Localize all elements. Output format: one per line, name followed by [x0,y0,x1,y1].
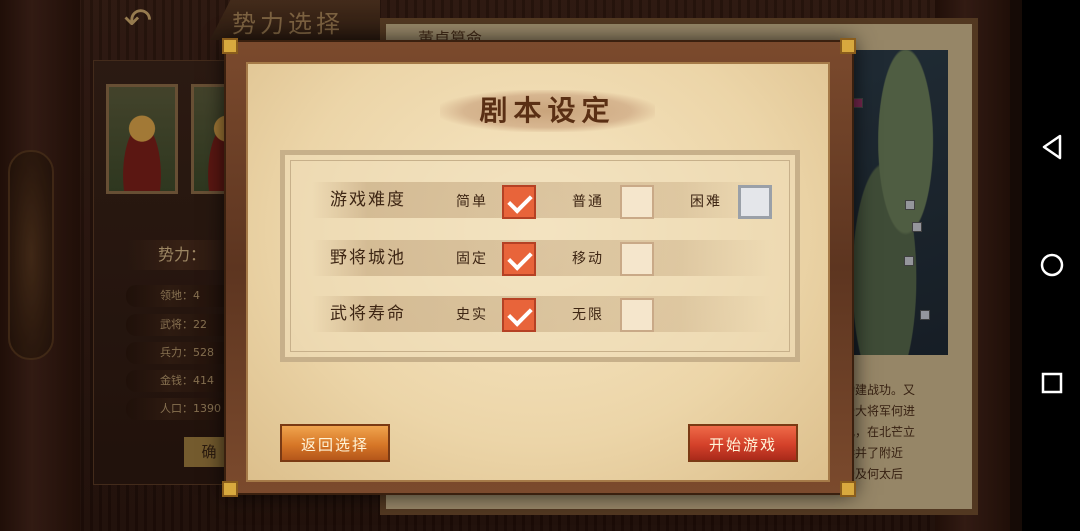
frame-corner [840,38,856,54]
option-label: 野将城池 [330,248,406,268]
dialog-title: 剧本设定 [479,94,616,127]
choice-label: 固定 [456,251,488,267]
checkbox-fixed[interactable] [502,242,536,276]
frame-corner [222,481,238,497]
choice-label: 史实 [456,307,488,323]
checkbox-normal[interactable] [620,185,654,219]
option-label: 游戏难度 [330,190,406,210]
frame-corner [840,481,856,497]
choice-label: 简单 [456,194,488,210]
checkbox-hard[interactable] [738,185,772,219]
back-triangle-icon[interactable] [1036,131,1068,163]
choice-label: 困难 [690,194,722,210]
checkbox-historical[interactable] [502,298,536,332]
recents-square-icon[interactable] [1036,367,1068,399]
choice-label: 无限 [572,307,604,323]
start-game-button[interactable]: 开始游戏 [688,424,798,462]
choice-label: 移动 [572,251,604,267]
option-label: 武将寿命 [330,304,406,324]
back-to-select-button[interactable]: 返回选择 [280,424,390,462]
frame-corner [222,38,238,54]
home-circle-icon[interactable] [1036,249,1068,281]
checkbox-moving[interactable] [620,242,654,276]
choice-label: 普通 [572,194,604,210]
checkbox-unlimited[interactable] [620,298,654,332]
checkbox-easy[interactable] [502,185,536,219]
